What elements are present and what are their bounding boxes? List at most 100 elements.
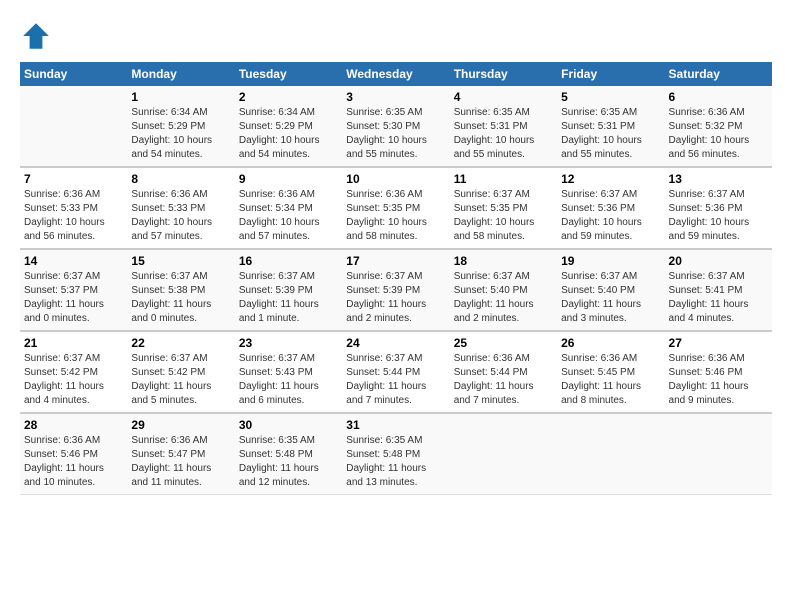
calendar-cell: 21 Sunrise: 6:37 AMSunset: 5:42 PMDayligh…: [20, 331, 127, 413]
day-info: Sunrise: 6:37 AMSunset: 5:37 PMDaylight:…: [24, 270, 123, 326]
day-number: 26: [561, 336, 660, 350]
day-number: 14: [24, 254, 123, 268]
week-row-4: 21 Sunrise: 6:37 AMSunset: 5:42 PMDayligh…: [20, 331, 772, 413]
calendar-cell: 31 Sunrise: 6:35 AMSunset: 5:48 PMDayligh…: [342, 413, 449, 495]
header-day-tuesday: Tuesday: [235, 62, 342, 86]
day-number: 17: [346, 254, 445, 268]
day-info: Sunrise: 6:36 AMSunset: 5:33 PMDaylight:…: [24, 188, 123, 244]
week-row-3: 14 Sunrise: 6:37 AMSunset: 5:37 PMDayligh…: [20, 249, 772, 331]
day-number: 11: [454, 172, 553, 186]
day-info: Sunrise: 6:37 AMSunset: 5:40 PMDaylight:…: [454, 270, 553, 326]
calendar-cell: 14 Sunrise: 6:37 AMSunset: 5:37 PMDayligh…: [20, 249, 127, 331]
day-info: Sunrise: 6:36 AMSunset: 5:33 PMDaylight:…: [131, 188, 230, 244]
day-info: Sunrise: 6:37 AMSunset: 5:40 PMDaylight:…: [561, 270, 660, 326]
calendar-cell: 22 Sunrise: 6:37 AMSunset: 5:42 PMDayligh…: [127, 331, 234, 413]
day-info: Sunrise: 6:37 AMSunset: 5:36 PMDaylight:…: [561, 188, 660, 244]
header: [20, 20, 772, 52]
day-info: Sunrise: 6:37 AMSunset: 5:42 PMDaylight:…: [131, 352, 230, 408]
logo-icon: [20, 20, 52, 52]
week-row-2: 7 Sunrise: 6:36 AMSunset: 5:33 PMDaylight…: [20, 167, 772, 249]
day-info: Sunrise: 6:37 AMSunset: 5:35 PMDaylight:…: [454, 188, 553, 244]
header-day-saturday: Saturday: [665, 62, 772, 86]
day-info: Sunrise: 6:37 AMSunset: 5:38 PMDaylight:…: [131, 270, 230, 326]
day-info: Sunrise: 6:37 AMSunset: 5:41 PMDaylight:…: [669, 270, 768, 326]
day-number: 6: [669, 90, 768, 104]
day-number: 25: [454, 336, 553, 350]
day-number: 15: [131, 254, 230, 268]
day-number: 1: [131, 90, 230, 104]
day-info: Sunrise: 6:36 AMSunset: 5:45 PMDaylight:…: [561, 352, 660, 408]
day-info: Sunrise: 6:36 AMSunset: 5:34 PMDaylight:…: [239, 188, 338, 244]
day-number: 21: [24, 336, 123, 350]
week-row-1: 1 Sunrise: 6:34 AMSunset: 5:29 PMDaylight…: [20, 86, 772, 167]
calendar-cell: 9Sunrise: 6:36 AMSunset: 5:34 PMDaylight…: [235, 167, 342, 249]
day-info: Sunrise: 6:37 AMSunset: 5:39 PMDaylight:…: [346, 270, 445, 326]
day-number: 29: [131, 418, 230, 432]
calendar-cell: 3 Sunrise: 6:35 AMSunset: 5:30 PMDaylight…: [342, 86, 449, 167]
day-info: Sunrise: 6:35 AMSunset: 5:30 PMDaylight:…: [346, 106, 445, 162]
day-info: Sunrise: 6:37 AMSunset: 5:43 PMDaylight:…: [239, 352, 338, 408]
day-number: 10: [346, 172, 445, 186]
header-day-thursday: Thursday: [450, 62, 557, 86]
calendar-cell: 27 Sunrise: 6:36 AMSunset: 5:46 PMDayligh…: [665, 331, 772, 413]
calendar-cell: 4Sunrise: 6:35 AMSunset: 5:31 PMDaylight…: [450, 86, 557, 167]
day-info: Sunrise: 6:35 AMSunset: 5:48 PMDaylight:…: [346, 434, 445, 490]
day-number: 16: [239, 254, 338, 268]
calendar-cell: 16 Sunrise: 6:37 AMSunset: 5:39 PMDayligh…: [235, 249, 342, 331]
calendar-cell: 12 Sunrise: 6:37 AMSunset: 5:36 PMDayligh…: [557, 167, 664, 249]
calendar-cell: 25 Sunrise: 6:36 AMSunset: 5:44 PMDayligh…: [450, 331, 557, 413]
day-info: Sunrise: 6:37 AMSunset: 5:39 PMDaylight:…: [239, 270, 338, 326]
day-info: Sunrise: 6:36 AMSunset: 5:46 PMDaylight:…: [24, 434, 123, 490]
day-number: 24: [346, 336, 445, 350]
calendar-cell: 18Sunrise: 6:37 AMSunset: 5:40 PMDayligh…: [450, 249, 557, 331]
day-number: 5: [561, 90, 660, 104]
calendar-cell: [20, 86, 127, 167]
header-day-friday: Friday: [557, 62, 664, 86]
header-day-monday: Monday: [127, 62, 234, 86]
calendar-table: SundayMondayTuesdayWednesdayThursdayFrid…: [20, 62, 772, 495]
logo: [20, 20, 56, 52]
day-info: Sunrise: 6:36 AMSunset: 5:47 PMDaylight:…: [131, 434, 230, 490]
day-number: 31: [346, 418, 445, 432]
day-info: Sunrise: 6:35 AMSunset: 5:48 PMDaylight:…: [239, 434, 338, 490]
day-info: Sunrise: 6:35 AMSunset: 5:31 PMDaylight:…: [454, 106, 553, 162]
calendar-header: SundayMondayTuesdayWednesdayThursdayFrid…: [20, 62, 772, 86]
calendar-cell: [557, 413, 664, 495]
day-number: 8: [131, 172, 230, 186]
calendar-cell: 23 Sunrise: 6:37 AMSunset: 5:43 PMDayligh…: [235, 331, 342, 413]
calendar-cell: 11 Sunrise: 6:37 AMSunset: 5:35 PMDayligh…: [450, 167, 557, 249]
day-info: Sunrise: 6:37 AMSunset: 5:36 PMDaylight:…: [669, 188, 768, 244]
calendar-cell: 6 Sunrise: 6:36 AMSunset: 5:32 PMDaylight…: [665, 86, 772, 167]
calendar-cell: 19 Sunrise: 6:37 AMSunset: 5:40 PMDayligh…: [557, 249, 664, 331]
calendar-cell: [450, 413, 557, 495]
calendar-cell: 8 Sunrise: 6:36 AMSunset: 5:33 PMDaylight…: [127, 167, 234, 249]
day-number: 7: [24, 172, 123, 186]
day-number: 19: [561, 254, 660, 268]
calendar-cell: 7 Sunrise: 6:36 AMSunset: 5:33 PMDaylight…: [20, 167, 127, 249]
week-row-5: 28Sunrise: 6:36 AMSunset: 5:46 PMDayligh…: [20, 413, 772, 495]
day-number: 30: [239, 418, 338, 432]
day-number: 13: [669, 172, 768, 186]
day-number: 12: [561, 172, 660, 186]
day-info: Sunrise: 6:34 AMSunset: 5:29 PMDaylight:…: [131, 106, 230, 162]
day-info: Sunrise: 6:36 AMSunset: 5:44 PMDaylight:…: [454, 352, 553, 408]
day-number: 3: [346, 90, 445, 104]
day-info: Sunrise: 6:36 AMSunset: 5:35 PMDaylight:…: [346, 188, 445, 244]
calendar-cell: 10 Sunrise: 6:36 AMSunset: 5:35 PMDayligh…: [342, 167, 449, 249]
day-info: Sunrise: 6:37 AMSunset: 5:44 PMDaylight:…: [346, 352, 445, 408]
header-day-sunday: Sunday: [20, 62, 127, 86]
calendar-cell: [665, 413, 772, 495]
day-info: Sunrise: 6:36 AMSunset: 5:32 PMDaylight:…: [669, 106, 768, 162]
day-info: Sunrise: 6:37 AMSunset: 5:42 PMDaylight:…: [24, 352, 123, 408]
calendar-cell: 5Sunrise: 6:35 AMSunset: 5:31 PMDaylight…: [557, 86, 664, 167]
calendar-body: 1 Sunrise: 6:34 AMSunset: 5:29 PMDaylight…: [20, 86, 772, 495]
day-number: 22: [131, 336, 230, 350]
calendar-cell: 29 Sunrise: 6:36 AMSunset: 5:47 PMDayligh…: [127, 413, 234, 495]
day-info: Sunrise: 6:36 AMSunset: 5:46 PMDaylight:…: [669, 352, 768, 408]
calendar-cell: 1 Sunrise: 6:34 AMSunset: 5:29 PMDaylight…: [127, 86, 234, 167]
header-day-wednesday: Wednesday: [342, 62, 449, 86]
day-number: 27: [669, 336, 768, 350]
day-number: 23: [239, 336, 338, 350]
calendar-cell: 28Sunrise: 6:36 AMSunset: 5:46 PMDayligh…: [20, 413, 127, 495]
calendar-cell: 26 Sunrise: 6:36 AMSunset: 5:45 PMDayligh…: [557, 331, 664, 413]
